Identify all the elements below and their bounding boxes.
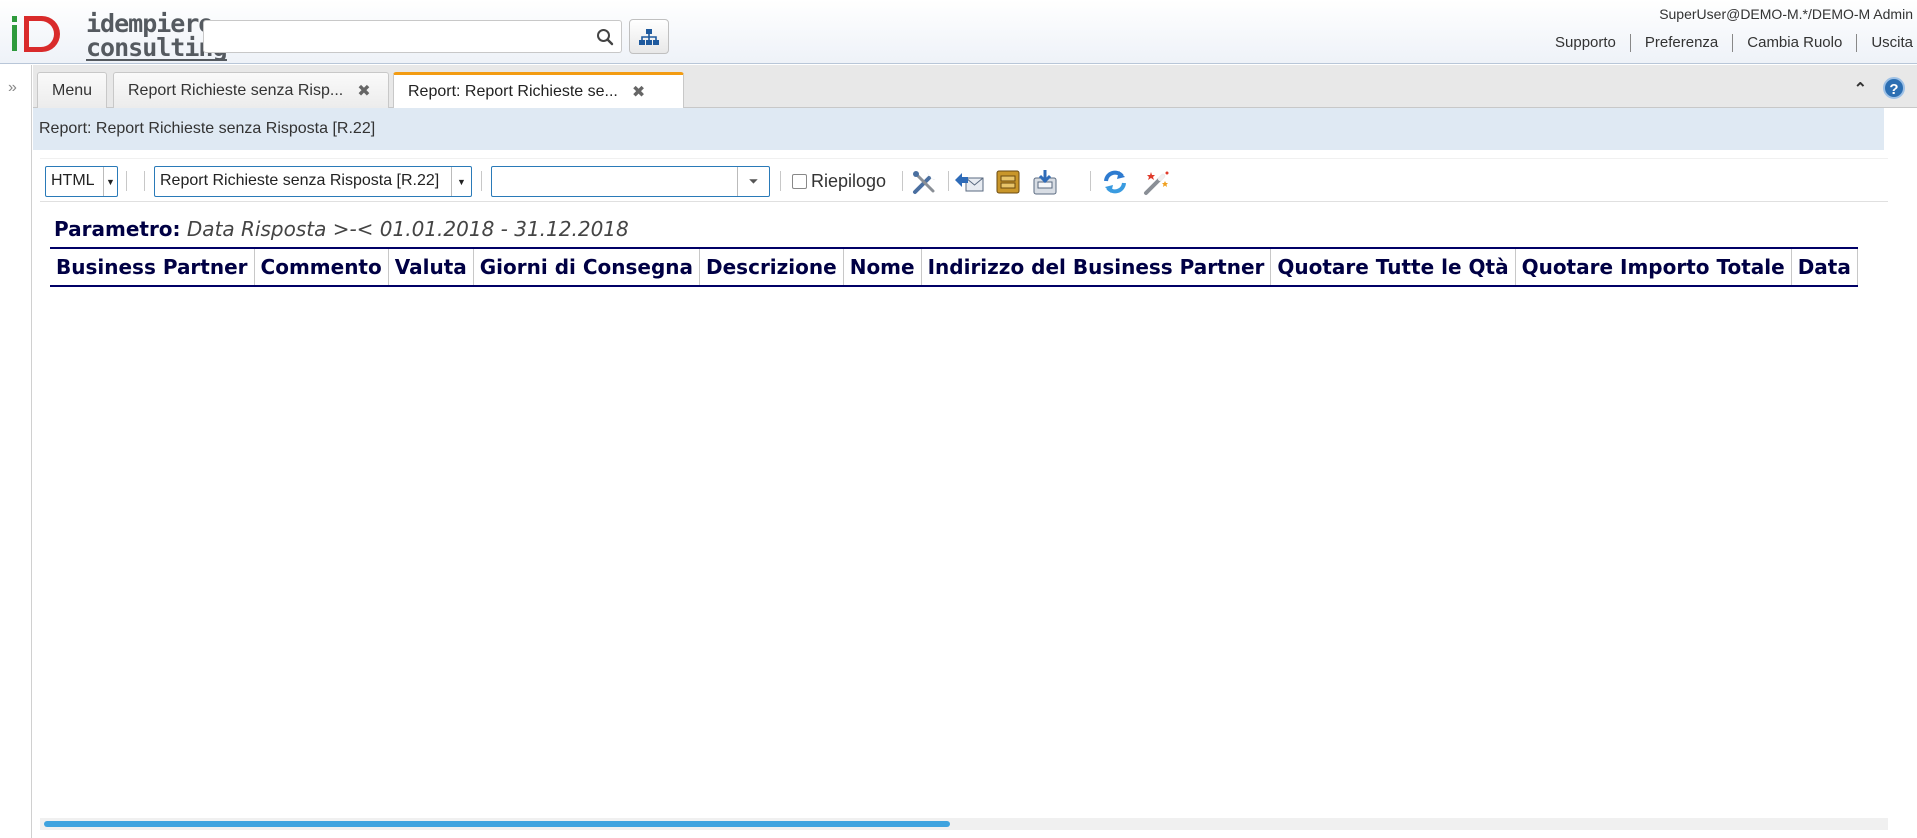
print-format-select[interactable]: Report Richieste senza Risposta [R.22] ▼: [154, 166, 472, 197]
help-icon[interactable]: ?: [1883, 77, 1905, 99]
user-info-label: SuperUser@DEMO-M.*/DEMO-M Admin: [1659, 6, 1913, 22]
tab-report-viewer[interactable]: Report: Report Richieste se... ✖: [393, 72, 684, 109]
app-header: idempiere consulting SuperUser@DEMO-M.*/…: [0, 0, 1917, 64]
report-title-bar: Report: Report Richieste senza Risposta …: [33, 108, 1884, 150]
column-header: Descrizione: [699, 248, 844, 286]
chevron-down-icon[interactable]: ▼: [451, 167, 471, 196]
toolbar-separator: [144, 171, 145, 191]
column-header: Indirizzo del Business Partner: [921, 248, 1272, 286]
column-header: Quotare Importo Totale: [1515, 248, 1792, 286]
support-link[interactable]: Supporto: [1541, 34, 1631, 52]
output-type-select[interactable]: HTML ▼: [45, 166, 118, 197]
toolbar-separator: [481, 171, 482, 191]
send-mail-button[interactable]: [954, 167, 984, 197]
tab-menu[interactable]: Menu: [37, 72, 108, 108]
tab-label: Menu: [52, 81, 93, 99]
tab-label: Report Richieste senza Risp...: [128, 81, 344, 99]
expand-panel-icon[interactable]: »: [8, 79, 17, 97]
toolbar-separator: [780, 171, 781, 191]
report-parameter-select[interactable]: ⏷: [491, 166, 770, 197]
close-tab-icon[interactable]: ✖: [357, 81, 370, 101]
horizontal-scrollbar[interactable]: [40, 818, 1888, 830]
scrollbar-thumb[interactable]: [44, 821, 950, 827]
chevron-down-icon[interactable]: ⏷: [737, 167, 769, 196]
column-header: Business Partner: [50, 248, 255, 286]
search-button[interactable]: [589, 20, 622, 53]
wizard-icon: [1144, 171, 1169, 195]
toolbar-separator: [948, 171, 949, 191]
tab-label: Report: Report Richieste se...: [408, 83, 618, 100]
column-header: Giorni di Consegna: [473, 248, 701, 286]
archive-button[interactable]: [993, 167, 1023, 197]
export-button[interactable]: [1030, 167, 1060, 197]
column-header: Nome: [843, 248, 922, 286]
logout-link[interactable]: Uscita: [1857, 34, 1917, 52]
export-icon: [1033, 170, 1057, 195]
customize-icon: [913, 171, 935, 194]
collapse-header-icon[interactable]: ⌃: [1854, 79, 1867, 99]
parameter-value: Data Risposta >-< 01.01.2018 - 31.12.201…: [186, 217, 629, 241]
output-type-value: HTML: [51, 172, 95, 189]
report-table: Business Partner Commento Valuta Giorni …: [50, 247, 1858, 287]
customize-button[interactable]: [910, 167, 940, 197]
sitemap-button[interactable]: [629, 19, 669, 54]
logo-text-line1: idempiere: [86, 9, 213, 38]
sitemap-icon: [639, 28, 659, 45]
change-role-link[interactable]: Cambia Ruolo: [1733, 34, 1858, 52]
toolbar-separator: [902, 171, 903, 191]
refresh-icon: [1104, 170, 1126, 194]
refresh-button[interactable]: [1100, 167, 1130, 197]
window-tabbar: Menu Report Richieste senza Risp... ✖ Re…: [33, 65, 1917, 109]
header-links: Supporto Preferenza Cambia Ruolo Uscita: [1541, 34, 1917, 52]
report-content: Parametro: Data Risposta >-< 01.01.2018 …: [40, 205, 1888, 815]
column-header: Commento: [254, 248, 389, 286]
send-mail-icon: [955, 173, 984, 192]
wizard-button[interactable]: [1141, 167, 1171, 197]
west-panel-collapsed: »: [0, 65, 32, 838]
close-tab-icon[interactable]: ✖: [632, 82, 645, 102]
chevron-down-icon[interactable]: ▼: [103, 167, 117, 196]
column-header: Quotare Tutte le Qtà: [1270, 248, 1516, 286]
report-toolbar: HTML ▼ Report Richieste senza Risposta […: [40, 158, 1888, 202]
column-header: Valuta: [388, 248, 474, 286]
tab-report-process[interactable]: Report Richieste senza Risp... ✖: [113, 72, 389, 108]
toolbar-separator: [126, 171, 127, 191]
archive-icon: [996, 170, 1020, 194]
column-header: Data: [1791, 248, 1858, 286]
company-logo: idempiere consulting: [8, 8, 228, 61]
global-search-input[interactable]: [203, 20, 590, 53]
preferences-link[interactable]: Preferenza: [1631, 34, 1734, 52]
checkbox-box[interactable]: [792, 174, 807, 189]
summary-checkbox[interactable]: Riepilogo: [792, 171, 886, 192]
toolbar-separator: [1090, 171, 1091, 191]
summary-label: Riepilogo: [811, 171, 887, 191]
search-icon: [597, 28, 614, 45]
table-header-row: Business Partner Commento Valuta Giorni …: [50, 248, 1858, 286]
parameter-label: Parametro:: [54, 217, 181, 241]
idempiere-logo-mark: [12, 16, 60, 52]
print-format-value: Report Richieste senza Risposta [R.22]: [160, 172, 440, 189]
report-parameter-line: Parametro: Data Risposta >-< 01.01.2018 …: [54, 217, 629, 241]
